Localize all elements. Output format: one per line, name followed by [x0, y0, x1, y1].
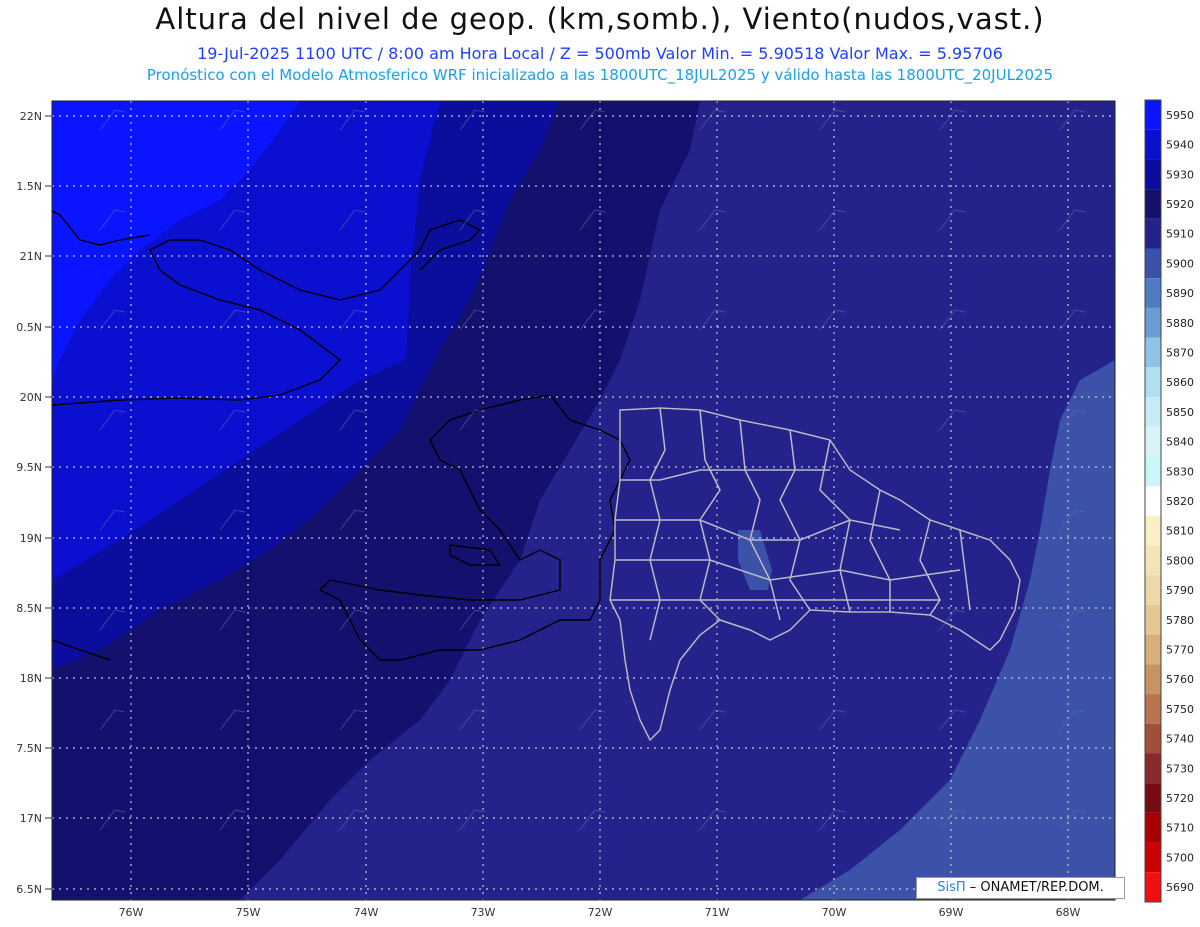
lon-label: 73W [471, 906, 496, 919]
lat-label: 7.5N [16, 742, 42, 755]
colorbar-label: 5900 [1166, 257, 1194, 270]
lon-label: 75W [236, 906, 261, 919]
lon-label: 74W [354, 906, 379, 919]
colorbar-swatch [1145, 426, 1161, 457]
colorbar-label: 5780 [1166, 614, 1194, 627]
lon-label: 72W [588, 906, 613, 919]
lat-label: 8.5N [16, 602, 42, 615]
colorbar-swatch [1145, 694, 1161, 724]
colorbar-swatch [1145, 872, 1161, 902]
lon-label: 70W [822, 906, 847, 919]
colorbar-swatch [1145, 515, 1161, 546]
colorbar-swatch [1145, 278, 1161, 308]
colorbar-swatch [1145, 575, 1161, 605]
colorbar: 5950 5940 5930 5920 5910 5900 5890 5880 5870 5860… [1144, 99, 1194, 903]
colorbar-label: 5940 [1166, 139, 1194, 152]
lat-label: 21N [20, 250, 42, 263]
lat-label: 0.5N [16, 321, 42, 334]
longitude-labels: 76W 75W 74W 73W 72W 71W 70W 69W 68W [119, 906, 1081, 919]
colorbar-label: 5720 [1166, 792, 1194, 805]
credit-box: SisΠ – ONAMET/REP.DOM. [916, 877, 1125, 899]
lon-label: 71W [705, 906, 730, 919]
colorbar-label: 5920 [1166, 198, 1194, 211]
colorbar-swatch [1145, 218, 1161, 249]
colorbar-label: 5870 [1166, 346, 1194, 359]
lat-label: 1.5N [16, 180, 42, 193]
colorbar-swatch [1145, 100, 1161, 130]
model-info-line: Pronóstico con el Modelo Atmosferico WRF… [146, 66, 1054, 84]
colorbar-swatch [1145, 307, 1161, 338]
colorbar-swatch [1145, 397, 1161, 427]
colorbar-swatch [1145, 842, 1161, 873]
colorbar-swatch [1145, 783, 1161, 813]
colorbar-swatch [1145, 604, 1161, 635]
colorbar-swatch [1145, 812, 1161, 843]
lon-label: 68W [1056, 906, 1081, 919]
colorbar-label: 5750 [1166, 703, 1194, 716]
colorbar-label: 5810 [1166, 525, 1194, 538]
colorbar-swatch [1145, 545, 1161, 576]
lat-label: 20N [20, 391, 42, 404]
sispi-logo: SisΠ [937, 880, 966, 895]
colorbar-label: 5760 [1166, 673, 1194, 686]
lat-label: 9.5N [16, 461, 42, 474]
valid-time-line: 19-Jul-2025 1100 UTC / 8:00 am Hora Loca… [197, 44, 1003, 63]
colorbar-label: 5770 [1166, 644, 1194, 657]
colorbar-swatch [1145, 189, 1161, 219]
colorbar-swatch [1145, 634, 1161, 665]
geopotential-shading [52, 101, 1115, 900]
colorbar-label: 5690 [1166, 881, 1194, 894]
colorbar-label: 5950 [1166, 109, 1194, 122]
colorbar-swatch [1145, 723, 1161, 754]
colorbar-label: 5820 [1166, 495, 1194, 508]
colorbar-label: 5790 [1166, 584, 1194, 597]
colorbar-swatch [1145, 159, 1161, 190]
geopotential-map: 22N 1.5N 21N 0.5N 20N 9.5N 19N 8.5N 18N … [16, 99, 1194, 919]
colorbar-swatch [1145, 456, 1161, 487]
colorbar-label: 5800 [1166, 554, 1194, 567]
credit-text: – ONAMET/REP.DOM. [969, 880, 1104, 895]
lat-label: 6.5N [16, 883, 42, 896]
lat-label: 18N [20, 672, 42, 685]
colorbar-label: 5930 [1166, 168, 1194, 181]
colorbar-label: 5730 [1166, 762, 1194, 775]
colorbar-label: 5710 [1166, 822, 1194, 835]
map-title: Altura del nivel de geop. (km,somb.), Vi… [155, 2, 1045, 36]
latitude-labels: 22N 1.5N 21N 0.5N 20N 9.5N 19N 8.5N 18N … [16, 110, 42, 896]
latitude-ticks [45, 115, 52, 890]
lon-label: 76W [119, 906, 144, 919]
colorbar-label: 5910 [1166, 228, 1194, 241]
lat-label: 22N [20, 110, 42, 123]
lat-label: 19N [20, 532, 42, 545]
colorbar-swatch [1145, 753, 1161, 784]
colorbar-swatch [1145, 367, 1161, 398]
colorbar-label: 5700 [1166, 851, 1194, 864]
colorbar-label: 5740 [1166, 733, 1194, 746]
colorbar-label: 5860 [1166, 376, 1194, 389]
colorbar-swatch [1145, 129, 1161, 160]
colorbar-label: 5830 [1166, 465, 1194, 478]
colorbar-label: 5850 [1166, 406, 1194, 419]
colorbar-swatch [1145, 664, 1161, 695]
colorbar-swatch [1145, 248, 1161, 279]
colorbar-swatch [1145, 486, 1161, 516]
lon-label: 69W [939, 906, 964, 919]
colorbar-label: 5840 [1166, 436, 1194, 449]
colorbar-label: 5880 [1166, 317, 1194, 330]
colorbar-label: 5890 [1166, 287, 1194, 300]
colorbar-swatch [1145, 337, 1161, 368]
lat-label: 17N [20, 812, 42, 825]
